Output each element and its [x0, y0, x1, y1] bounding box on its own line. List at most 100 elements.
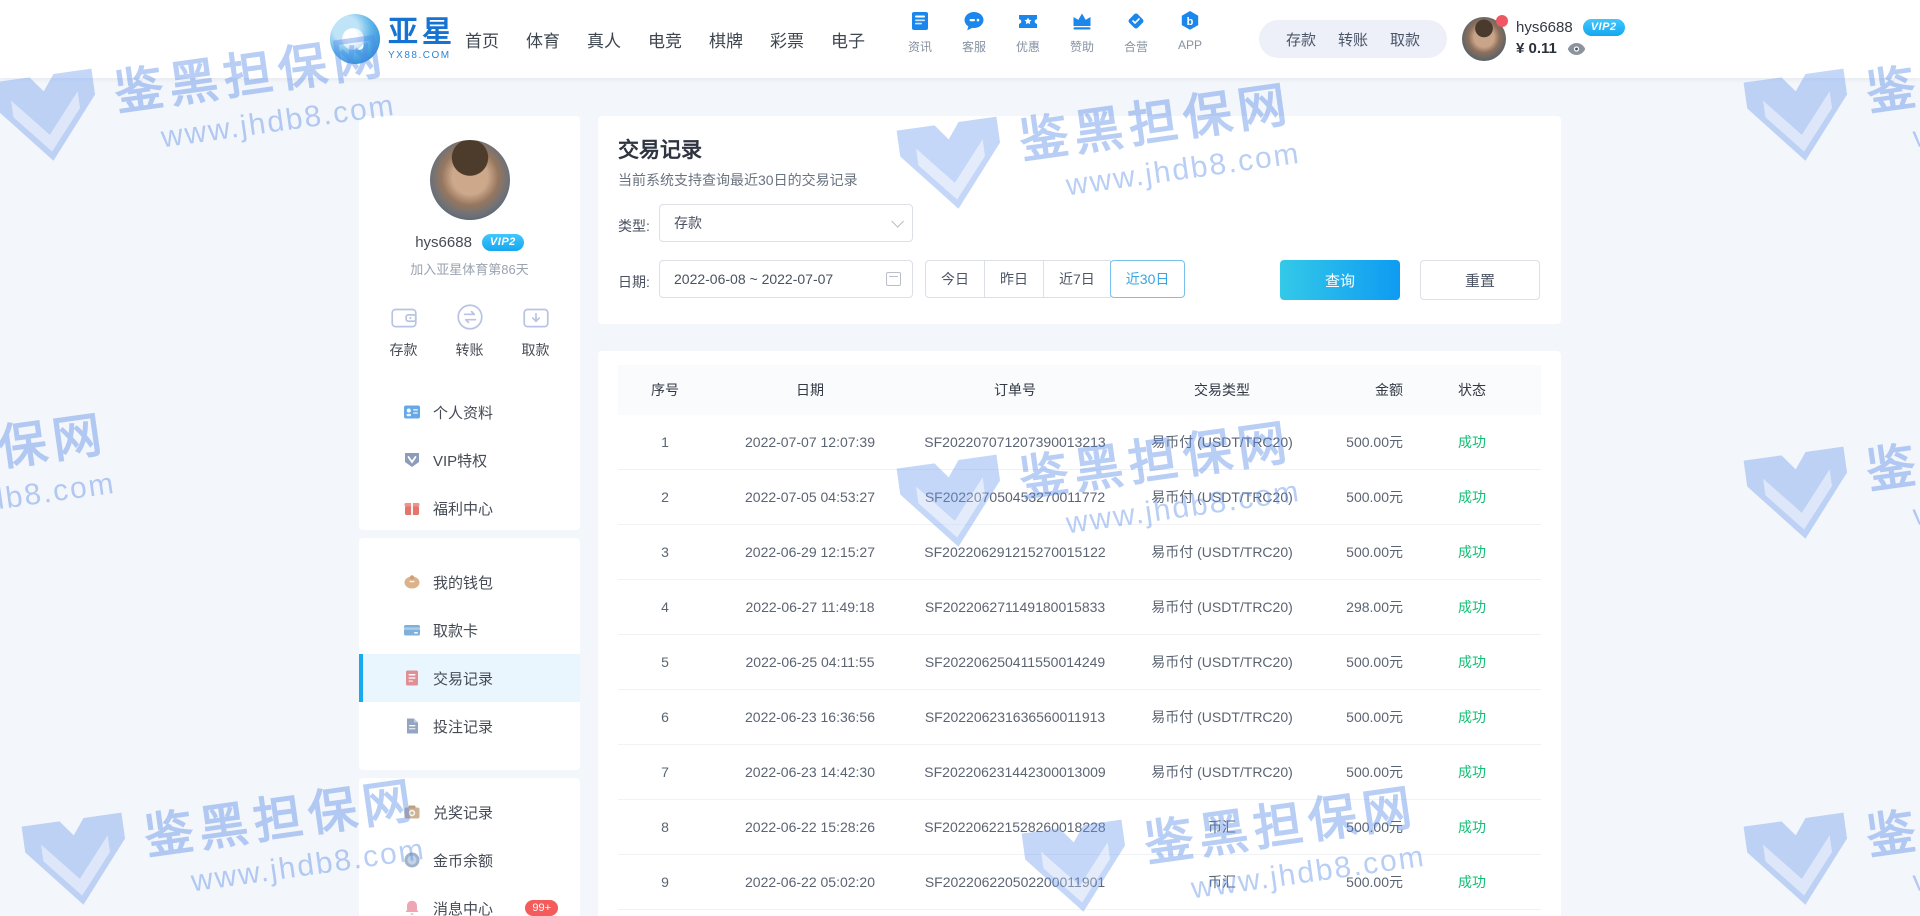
cell-type: 易币付 (USDT/TRC20) [1122, 597, 1322, 617]
page-subtitle: 当前系统支持查询最近30日的交易记录 [618, 170, 858, 190]
cell-amount: 500.00元 [1322, 487, 1403, 507]
cell-order-no: SF202206271149180015833 [908, 599, 1122, 615]
sidebar-item-bets[interactable]: 投注记录 [359, 702, 580, 750]
watermark-logo-icon [15, 807, 139, 916]
range-button[interactable]: 近7日 [1043, 260, 1111, 298]
deposit-action[interactable]: 存款 [382, 302, 426, 360]
column-header: 状态 [1403, 380, 1541, 400]
sidebar-item-label: 取款卡 [433, 620, 478, 641]
nav-item-5[interactable]: 彩票 [770, 27, 804, 52]
sidebar-item-vip[interactable]: VIP特权 [359, 436, 580, 484]
watermark-url-text: www.jhdb8.com [0, 467, 118, 534]
transactions-table-card: 序号 日期 订单号 交易类型 金额 状态 1 2022-07-07 12:07:… [598, 351, 1561, 916]
crown-icon [1070, 9, 1094, 33]
column-header: 订单号 [908, 380, 1122, 400]
type-label: 类型: [618, 216, 650, 236]
cell-type: 易币付 (USDT/TRC20) [1122, 432, 1322, 452]
cell-order-no: SF202207071207390013213 [908, 434, 1122, 450]
date-range-input[interactable]: 2022-06-08 ~ 2022-07-07 [659, 260, 913, 298]
prize-record-icon [403, 803, 421, 821]
sidebar-item-transactions[interactable]: 交易记录 [359, 654, 580, 702]
nav-item-2[interactable]: 真人 [587, 27, 621, 52]
cell-amount: 500.00元 [1322, 542, 1403, 562]
sidebar-item-wallet[interactable]: 我的钱包 [359, 558, 580, 606]
sidebar-item-prizes[interactable]: 兑奖记录 [359, 788, 580, 836]
cell-date: 2022-06-25 04:11:55 [712, 654, 908, 670]
cell-type: 易币付 (USDT/TRC20) [1122, 542, 1322, 562]
cell-status: 成功 [1403, 432, 1541, 452]
ticket-icon [1016, 9, 1040, 33]
cell-amount: 500.00元 [1322, 872, 1403, 892]
sidebar-item-coins[interactable]: 金币余额 [359, 836, 580, 884]
cell-type: 易币付 (USDT/TRC20) [1122, 762, 1322, 782]
cell-status: 成功 [1403, 597, 1541, 617]
promo-link[interactable]: 优惠 [1001, 9, 1055, 55]
sidebar-item-welfare[interactable]: 福利中心 [359, 484, 580, 532]
eye-icon[interactable] [1567, 42, 1586, 56]
table-body: 1 2022-07-07 12:07:39 SF2022070712073900… [618, 415, 1541, 910]
message-count-badge: 99+ [525, 900, 558, 916]
nav-item-6[interactable]: 电子 [831, 27, 865, 52]
column-header: 日期 [712, 380, 908, 400]
column-header: 序号 [618, 380, 712, 400]
table-header: 序号 日期 订单号 交易类型 金额 状态 [618, 365, 1541, 415]
sidebar-avatar[interactable] [430, 140, 510, 220]
user-avatar[interactable] [1462, 17, 1506, 61]
coin-icon [403, 851, 421, 869]
sidebar-menu-group3: 兑奖记录 金币余额 消息中心 99+ [359, 788, 580, 916]
table-row: 3 2022-06-29 12:15:27 SF2022062912152700… [618, 525, 1541, 580]
app-link[interactable]: b APP [1163, 9, 1217, 55]
withdraw-action[interactable]: 取款 [514, 302, 558, 360]
feature-label: 赞助 [1070, 38, 1094, 55]
watermark-logo-icon [1737, 807, 1861, 916]
sidebar-item-withdraw-card[interactable]: 取款卡 [359, 606, 580, 654]
cell-seq: 2 [618, 489, 712, 505]
range-button[interactable]: 今日 [925, 260, 985, 298]
header-username: hys6688 [1516, 19, 1573, 36]
nav-item-3[interactable]: 电竞 [648, 27, 682, 52]
news-link[interactable]: 资讯 [893, 9, 947, 55]
type-select[interactable]: 存款 [659, 204, 913, 242]
range-button[interactable]: 近30日 [1110, 260, 1186, 298]
cell-status: 成功 [1403, 762, 1541, 782]
reset-button[interactable]: 重置 [1420, 260, 1540, 300]
wallet-pill-item[interactable]: 存款 [1286, 29, 1316, 50]
watermark-brand-text: 鉴黑担保网 [1861, 761, 1920, 870]
transfer-action[interactable]: 转账 [448, 302, 492, 360]
sidebar-item-messages[interactable]: 消息中心 99+ [359, 884, 580, 916]
nav-item-1[interactable]: 体育 [526, 27, 560, 52]
nav-item-4[interactable]: 棋牌 [709, 27, 743, 52]
chat-icon [962, 9, 986, 33]
cell-date: 2022-07-07 12:07:39 [712, 434, 908, 450]
watermark-logo-icon [0, 63, 109, 172]
wallet-pill-item[interactable]: 取款 [1390, 29, 1420, 50]
cell-date: 2022-06-22 15:28:26 [712, 819, 908, 835]
wallet-pill: 存款 转账 取款 [1259, 20, 1447, 58]
main-nav: 首页 体育 真人 电竞 棋牌 彩票 电子 [465, 0, 865, 78]
wallet-pill-item[interactable]: 转账 [1338, 29, 1368, 50]
sidebar-item-profile[interactable]: 个人资料 [359, 388, 580, 436]
vip-badge: VIP2 [1583, 19, 1625, 36]
nav-item-0[interactable]: 首页 [465, 27, 499, 52]
query-button[interactable]: 查询 [1280, 260, 1400, 300]
service-link[interactable]: 客服 [947, 9, 1001, 55]
cell-seq: 8 [618, 819, 712, 835]
sponsor-link[interactable]: 赞助 [1055, 9, 1109, 55]
user-block[interactable]: hys6688 VIP2 ¥ 0.11 [1462, 17, 1625, 61]
transfer-icon [455, 302, 485, 332]
sidebar-menu-group1: 个人资料 VIP特权 福利中心 [359, 388, 580, 532]
feature-label: 合营 [1124, 38, 1148, 55]
watermark-url-text: www.jhdb8.com [1911, 467, 1920, 534]
feature-label: 客服 [962, 38, 986, 55]
cell-type: 币汇 [1122, 872, 1322, 892]
cell-status: 成功 [1403, 652, 1541, 672]
logo-domain: YX88.COM [388, 51, 456, 61]
cell-seq: 3 [618, 544, 712, 560]
partner-link[interactable]: 合营 [1109, 9, 1163, 55]
range-button[interactable]: 昨日 [984, 260, 1044, 298]
site-logo[interactable]: 亚星 YX88.COM [330, 14, 456, 64]
bank-card-icon [403, 621, 421, 639]
cell-type: 易币付 (USDT/TRC20) [1122, 707, 1322, 727]
cell-seq: 6 [618, 709, 712, 725]
watermark-brand-text: 鉴黑担保网 [1861, 395, 1920, 504]
